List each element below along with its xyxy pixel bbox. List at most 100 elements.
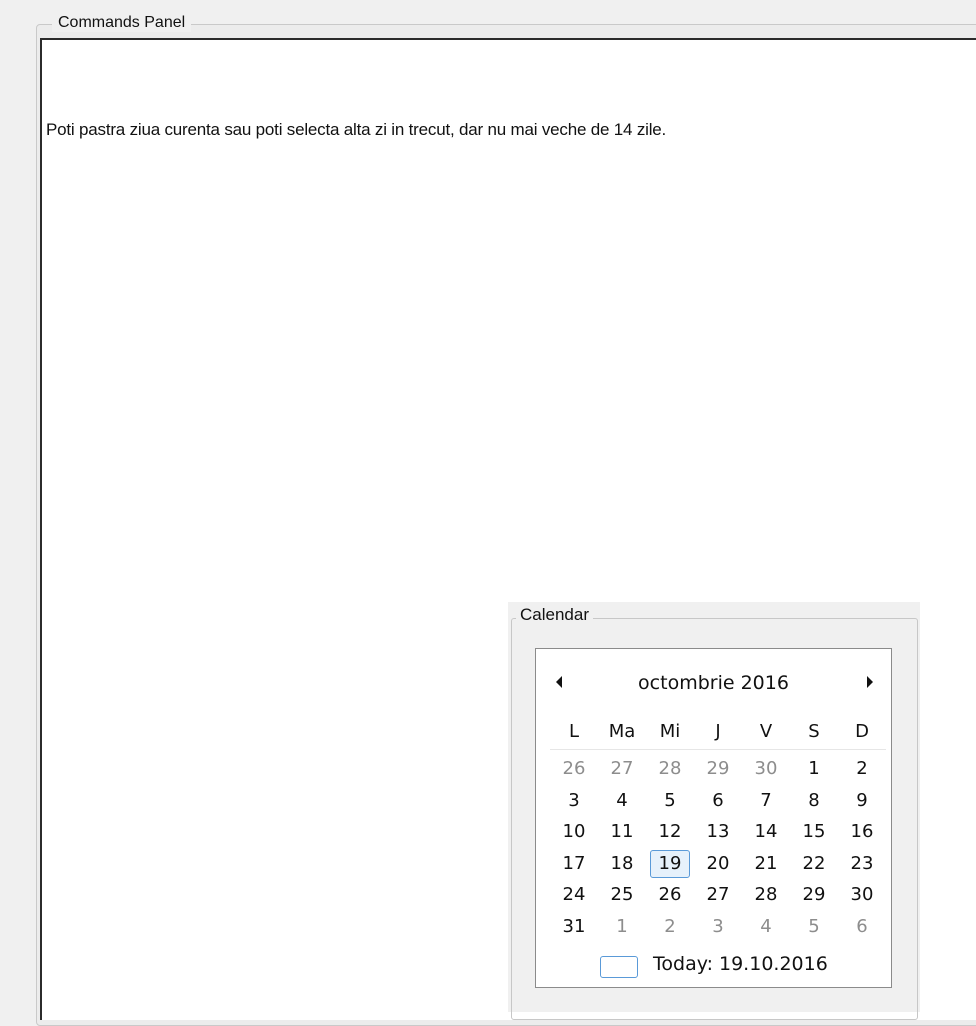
day-cell[interactable]: 30	[838, 879, 886, 911]
day-number: 29	[706, 758, 730, 779]
day-number: 24	[562, 884, 586, 905]
day-number: 27	[706, 884, 730, 905]
day-number: 9	[856, 789, 868, 811]
day-number: 4	[760, 915, 772, 937]
day-cell[interactable]: 1	[790, 753, 838, 785]
day-cell[interactable]: 18	[598, 848, 646, 880]
day-cell[interactable]: 2	[838, 753, 886, 785]
day-number: 28	[658, 758, 682, 779]
day-cell[interactable]: 25	[598, 879, 646, 911]
day-number: 20	[706, 852, 730, 874]
day-name-header: D	[855, 721, 869, 742]
day-name-header: Ma	[608, 721, 636, 742]
day-number: 1	[808, 758, 820, 779]
day-cell[interactable]: 10	[550, 816, 598, 848]
calendar-header: octombrie 2016	[536, 671, 891, 697]
day-cell[interactable]: 24	[550, 879, 598, 911]
day-cell[interactable]: 14	[742, 816, 790, 848]
day-number: 3	[712, 915, 724, 937]
day-number: 3	[568, 789, 580, 811]
day-cell[interactable]: 3	[550, 785, 598, 817]
day-cell[interactable]: 1	[598, 911, 646, 943]
day-number: 25	[610, 884, 634, 905]
day-cell[interactable]: 21	[742, 848, 790, 880]
day-number: 2	[664, 915, 676, 937]
day-cell[interactable]: 4	[742, 911, 790, 943]
day-cell[interactable]: 3	[694, 911, 742, 943]
day-cell[interactable]: 5	[646, 785, 694, 817]
day-number: 22	[802, 852, 826, 874]
day-cell[interactable]: 2	[646, 911, 694, 943]
day-number: 26	[562, 758, 586, 779]
day-name-header: V	[759, 721, 773, 742]
day-cell[interactable]: 4	[598, 785, 646, 817]
day-number: 17	[562, 852, 586, 874]
today-label: Today: 19.10.2016	[653, 953, 828, 975]
day-number: 19	[658, 852, 682, 874]
days-grid: 26 27 28 29 30 1 2 3 4 5 6 7 8 9 10 11 12 13 14 15 16 17 18 19 2…	[550, 753, 886, 942]
day-number: 6	[712, 789, 724, 811]
day-number: 5	[808, 915, 820, 937]
day-cell[interactable]: 7	[742, 785, 790, 817]
day-cell[interactable]: 28	[742, 879, 790, 911]
day-cell[interactable]: 5	[790, 911, 838, 943]
day-name-header: S	[808, 721, 820, 742]
day-cell[interactable]: 11	[598, 816, 646, 848]
day-cell[interactable]: 6	[694, 785, 742, 817]
day-cell[interactable]: 27	[694, 879, 742, 911]
day-number: 30	[754, 758, 778, 779]
day-number: 23	[850, 852, 874, 874]
day-cell[interactable]: 29	[790, 879, 838, 911]
day-cell[interactable]: 13	[694, 816, 742, 848]
day-cell[interactable]: 8	[790, 785, 838, 817]
day-cell[interactable]: 17	[550, 848, 598, 880]
day-number: 4	[616, 789, 628, 811]
day-number: 29	[802, 884, 826, 905]
day-cell[interactable]: 28	[646, 753, 694, 785]
calendar-group-title: Calendar	[516, 605, 593, 625]
day-cell[interactable]: 20	[694, 848, 742, 880]
day-number: 11	[610, 821, 634, 842]
day-name-header: Mi	[659, 721, 681, 742]
day-name-header: J	[715, 721, 721, 742]
day-cell[interactable]: 12	[646, 816, 694, 848]
day-number: 15	[802, 821, 826, 842]
day-number: 7	[760, 789, 772, 811]
day-number: 10	[562, 821, 586, 842]
day-number: 2	[856, 758, 868, 779]
day-cell[interactable]: 23	[838, 848, 886, 880]
day-cell[interactable]: 31	[550, 911, 598, 943]
day-number: 6	[856, 915, 868, 937]
day-number: 26	[658, 884, 682, 905]
day-number: 18	[610, 852, 634, 874]
instruction-text: Poti pastra ziua curenta sau poti select…	[46, 120, 667, 139]
day-number: 31	[562, 915, 586, 937]
day-name-header: L	[568, 721, 580, 742]
day-cell[interactable]: 26	[646, 879, 694, 911]
day-cell[interactable]: 16	[838, 816, 886, 848]
day-cell[interactable]: 29	[694, 753, 742, 785]
day-number: 8	[808, 789, 820, 811]
month-calendar[interactable]: octombrie 2016 L Ma Mi J V S D 26 27 28 29 30 1 2 3 4 5…	[535, 648, 892, 988]
month-title[interactable]: octombrie 2016	[536, 672, 891, 694]
day-cell[interactable]: 6	[838, 911, 886, 943]
day-cell[interactable]: 26	[550, 753, 598, 785]
day-number: 30	[850, 884, 874, 905]
day-cell[interactable]: 30	[742, 753, 790, 785]
day-cell[interactable]: 27	[598, 753, 646, 785]
day-number: 28	[754, 884, 778, 905]
selected-day-cell[interactable]: 19	[646, 848, 694, 880]
commands-panel-title: Commands Panel	[52, 14, 192, 32]
day-number: 1	[616, 915, 628, 937]
day-number: 13	[706, 821, 730, 842]
day-names-row: L Ma Mi J V S D	[550, 721, 886, 750]
day-number: 16	[850, 821, 874, 842]
day-cell[interactable]: 22	[790, 848, 838, 880]
day-cell[interactable]: 15	[790, 816, 838, 848]
day-number: 14	[754, 821, 778, 842]
day-number: 5	[664, 789, 676, 811]
right-arrow-icon[interactable]	[867, 676, 873, 688]
day-number: 12	[658, 821, 682, 842]
day-number: 21	[754, 852, 778, 874]
day-cell[interactable]: 9	[838, 785, 886, 817]
